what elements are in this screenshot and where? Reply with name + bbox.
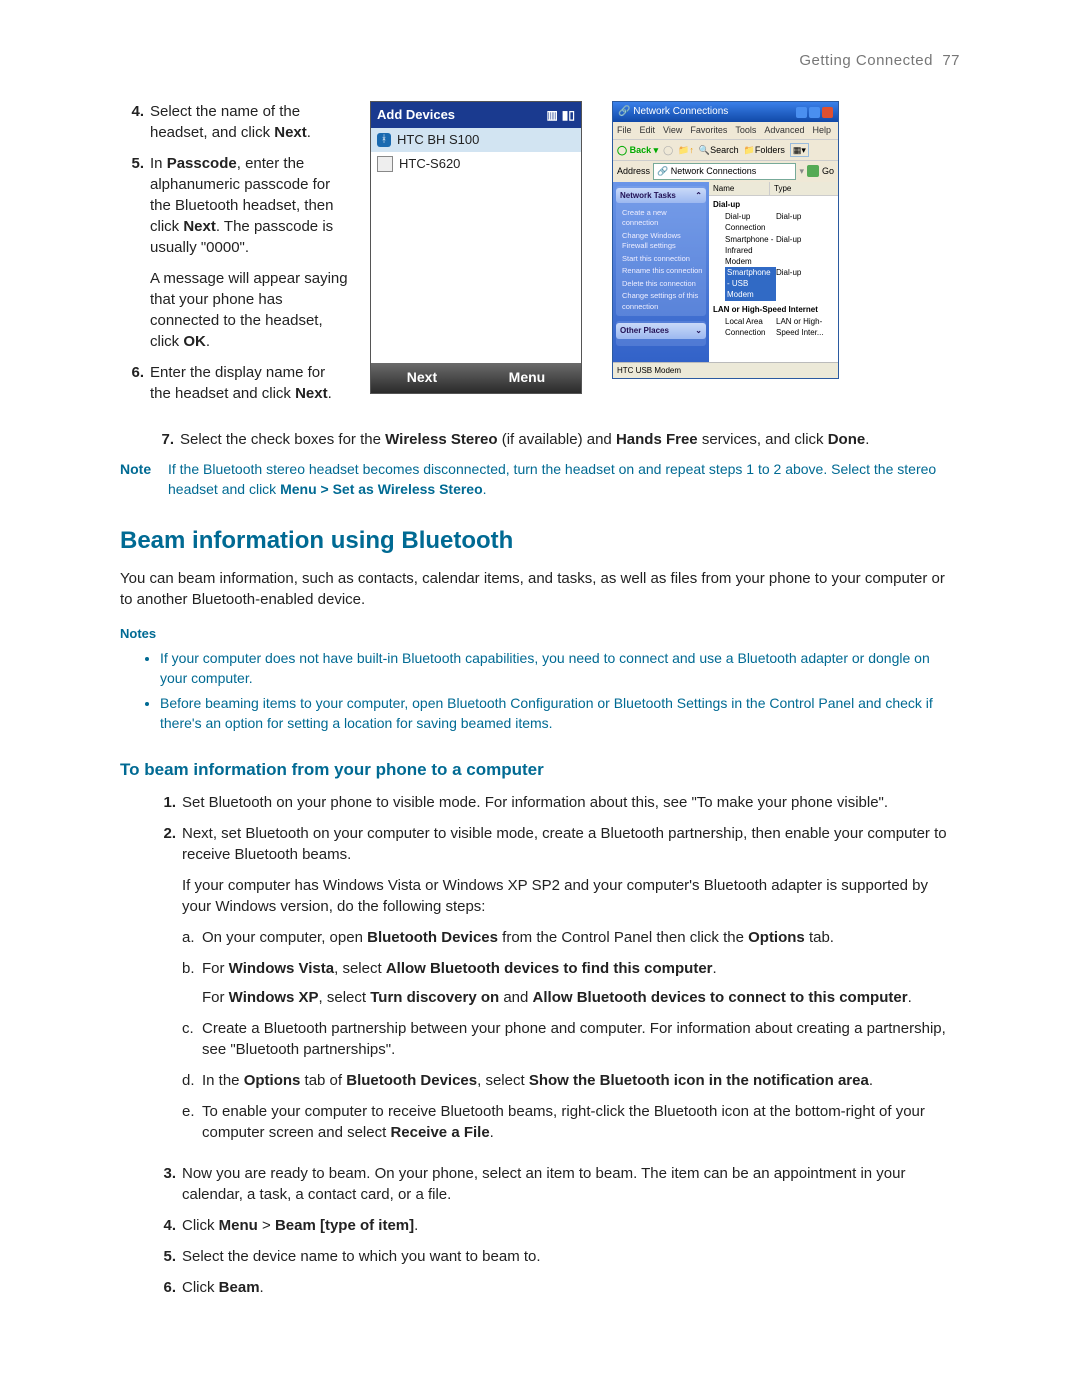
sidebar-delete-connection[interactable]: Delete this connection [616, 278, 706, 291]
substep-b: b. For Windows Vista, select Allow Bluet… [182, 958, 960, 1008]
device-item-selected[interactable]: ᚼ HTC BH S100 [371, 128, 581, 152]
softkey-next[interactable]: Next [407, 368, 437, 388]
section-intro: You can beam information, such as contac… [120, 568, 960, 610]
column-type[interactable]: Type [770, 182, 838, 195]
close-button[interactable] [822, 107, 833, 118]
section-name: Getting Connected [799, 52, 933, 69]
beam-step-5: 5. Select the device name to which you w… [150, 1246, 960, 1267]
notes-label: Notes [120, 625, 960, 643]
beam-step-1: 1. Set Bluetooth on your phone to visibl… [150, 792, 960, 813]
address-field[interactable]: 🔗 Network Connections [653, 163, 796, 180]
step-4: 4. Select the name of the headset, and c… [120, 101, 350, 143]
xp-toolbar: ◯ Back ▾ ◯ 📁↑ 🔍Search 📁Folders ▦▾ [613, 139, 838, 161]
search-button[interactable]: 🔍Search [699, 144, 739, 157]
step-number: 6. [120, 362, 144, 404]
phone-screenshot: Add Devices ▥ ▮▯ ᚼ HTC BH S100 HTC-S620 [370, 101, 582, 394]
phone-window-title: Add Devices [377, 106, 455, 124]
beam-step-6: 6. Click Beam. [150, 1277, 960, 1298]
substep-c: c.Create a Bluetooth partnership between… [182, 1018, 960, 1060]
sidebar-header-other-places[interactable]: Other Places⌄ [616, 323, 706, 338]
xp-sidebar: Network Tasks⌃ Create a new connection C… [613, 182, 709, 362]
section-heading: Beam information using Bluetooth [120, 524, 960, 558]
address-label: Address [617, 165, 650, 178]
substep-d: d.In the Options tab of Bluetooth Device… [182, 1070, 960, 1091]
connection-row[interactable]: Dial-up ConnectionDial-up [709, 211, 838, 233]
page-header: Getting Connected 77 [120, 50, 960, 71]
go-label: Go [822, 165, 834, 178]
device-item[interactable]: HTC-S620 [371, 152, 581, 176]
sidebar-header-network-tasks[interactable]: Network Tasks⌃ [616, 188, 706, 203]
views-button[interactable]: ▦▾ [790, 143, 809, 158]
sidebar-firewall[interactable]: Change Windows Firewall settings [616, 230, 706, 253]
menu-advanced[interactable]: Advanced [764, 124, 804, 137]
softkey-menu[interactable]: Menu [509, 368, 546, 388]
sidebar-change-settings[interactable]: Change settings of this connection [616, 290, 706, 313]
back-button[interactable]: ◯ Back ▾ [617, 144, 658, 157]
group-dialup: Dial-up [709, 196, 838, 211]
up-button[interactable]: 📁↑ [678, 144, 694, 157]
connection-row-selected[interactable]: Smartphone - USB ModemDial-up [709, 267, 838, 301]
sidebar-create-connection[interactable]: Create a new connection [616, 207, 706, 230]
beam-step-2: 2. Next, set Bluetooth on your computer … [150, 823, 960, 1153]
step-number: 5. [120, 153, 144, 352]
menu-edit[interactable]: Edit [640, 124, 656, 137]
connection-row[interactable]: Local Area ConnectionLAN or High-Speed I… [709, 316, 838, 338]
signal-icon: ▮▯ [562, 107, 575, 124]
step-6: 6. Enter the display name for the headse… [120, 362, 350, 404]
bluetooth-icon: ᚼ [377, 133, 391, 147]
page-number: 77 [942, 52, 960, 69]
step-number: 7. [150, 429, 174, 450]
menu-favorites[interactable]: Favorites [690, 124, 727, 137]
note-label: Note [120, 460, 168, 499]
xp-menubar: File Edit View Favorites Tools Advanced … [613, 122, 838, 139]
maximize-button[interactable] [809, 107, 820, 118]
column-name[interactable]: Name [709, 182, 770, 195]
device-icon [377, 156, 393, 172]
note-item: Before beaming items to your computer, o… [160, 694, 960, 733]
subsection-heading: To beam information from your phone to a… [120, 758, 960, 782]
beam-step-3: 3. Now you are ready to beam. On your ph… [150, 1163, 960, 1205]
substep-e: e.To enable your computer to receive Blu… [182, 1101, 960, 1143]
minimize-button[interactable] [796, 107, 807, 118]
step-number: 4. [120, 101, 144, 143]
device-name: HTC BH S100 [397, 131, 479, 149]
beam-step-4: 4. Click Menu > Beam [type of item]. [150, 1215, 960, 1236]
folders-button[interactable]: 📁Folders [744, 144, 785, 157]
sidebar-rename-connection[interactable]: Rename this connection [616, 265, 706, 278]
substep-a: a.On your computer, open Bluetooth Devic… [182, 927, 960, 948]
xp-statusbar: HTC USB Modem [613, 362, 838, 378]
menu-view[interactable]: View [663, 124, 682, 137]
step-7: 7. Select the check boxes for the Wirele… [150, 429, 960, 450]
group-lan: LAN or High-Speed Internet [709, 301, 838, 316]
notes-list: If your computer does not have built-in … [160, 649, 960, 733]
sidebar-start-connection[interactable]: Start this connection [616, 253, 706, 266]
connection-row[interactable]: Smartphone - Infrared ModemDial-up [709, 234, 838, 268]
note-item: If your computer does not have built-in … [160, 649, 960, 688]
forward-button[interactable]: ◯ [663, 144, 673, 157]
phone-status-icons: ▥ ▮▯ [546, 107, 575, 124]
xp-screenshot: 🔗 Network Connections File Edit View Fav… [612, 101, 839, 379]
menu-file[interactable]: File [617, 124, 632, 137]
menu-tools[interactable]: Tools [735, 124, 756, 137]
go-button[interactable] [807, 165, 819, 177]
step-5: 5. In Passcode, enter the alphanumeric p… [120, 153, 350, 352]
xp-window-title: 🔗 Network Connections [618, 105, 728, 119]
battery-icon: ▥ [546, 107, 557, 124]
menu-help[interactable]: Help [812, 124, 831, 137]
device-name: HTC-S620 [399, 155, 460, 173]
note-block: Note If the Bluetooth stereo headset bec… [120, 460, 960, 499]
